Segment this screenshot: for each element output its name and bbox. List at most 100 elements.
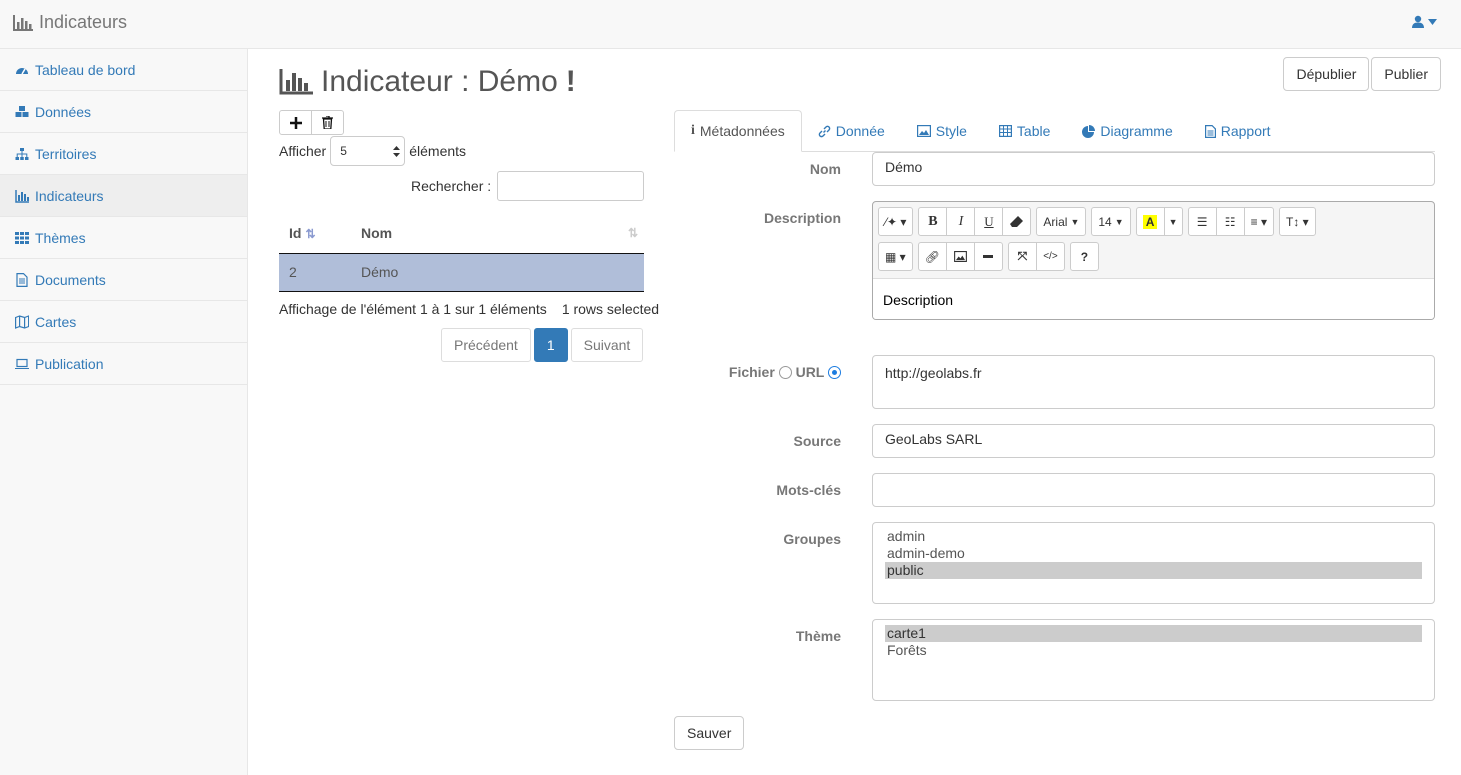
nom-input[interactable]: Démo xyxy=(872,152,1435,186)
save-button[interactable]: Sauver xyxy=(674,716,745,750)
ordered-list-button[interactable]: ☷ xyxy=(1215,207,1245,236)
main-content: Indicateur : Démo ! Dépublier Publier Af… xyxy=(249,49,1461,775)
sidebar-item-publication[interactable]: Publication xyxy=(0,343,247,385)
select-arrows-icon xyxy=(393,145,401,157)
keywords-input[interactable] xyxy=(872,473,1435,507)
bold-button[interactable]: B xyxy=(918,207,948,236)
user-menu[interactable] xyxy=(1412,15,1437,28)
text-color-button[interactable]: A xyxy=(1135,207,1165,236)
sidebar-item-indicateurs[interactable]: Indicateurs xyxy=(0,175,247,217)
fullscreen-button[interactable]: ⤧ xyxy=(1007,242,1037,271)
add-button[interactable] xyxy=(279,110,312,135)
theme-multiselect[interactable]: carte1 Forêts xyxy=(872,619,1435,701)
plus-icon xyxy=(289,116,302,129)
tab-metadata[interactable]: i Métadonnées xyxy=(674,110,802,152)
font-family-dropdown[interactable]: Arial ▼ xyxy=(1036,207,1087,236)
paragraph-dropdown[interactable]: ≡ ▾ xyxy=(1243,207,1274,236)
delete-button[interactable] xyxy=(311,110,344,135)
search-input[interactable] xyxy=(497,171,645,201)
codeview-button[interactable]: </> xyxy=(1035,242,1065,271)
groups-label: Groupes xyxy=(783,531,841,547)
list-option[interactable]: admin xyxy=(885,528,1422,545)
eraser-icon xyxy=(1010,216,1024,227)
image-icon xyxy=(954,251,967,262)
sidebar-item-territoires[interactable]: Territoires xyxy=(0,133,247,175)
sidebar-item-donn-es[interactable]: Données xyxy=(0,91,247,133)
unpublish-button[interactable]: Dépublier xyxy=(1283,57,1370,91)
tab-report[interactable]: Rapport xyxy=(1189,110,1287,152)
code-icon: </> xyxy=(1043,251,1058,262)
link-icon xyxy=(818,125,830,137)
help-button[interactable]: ? xyxy=(1069,242,1099,271)
bold-icon: B xyxy=(928,213,938,229)
tab-data[interactable]: Donnée xyxy=(802,110,901,152)
sidebar-item-tableau-de-bord[interactable]: Tableau de bord xyxy=(0,49,247,91)
line-height-dropdown[interactable]: T↕ ▾ xyxy=(1279,207,1316,236)
font-size-dropdown[interactable]: 14 ▼ xyxy=(1091,207,1131,236)
sidebar-item-label: Données xyxy=(35,103,92,120)
horizontal-rule-button[interactable] xyxy=(973,242,1003,271)
tab-diagram[interactable]: Diagramme xyxy=(1066,110,1188,152)
magic-style-button[interactable]: ⁄✦ ▾ xyxy=(878,207,914,236)
nom-label: Nom xyxy=(809,161,841,177)
url-textarea[interactable]: http://geolabs.fr xyxy=(872,355,1435,409)
highlight-a-icon: A xyxy=(1142,214,1158,229)
fichier-radio[interactable] xyxy=(778,366,792,379)
description-label: Description xyxy=(763,210,841,226)
info-icon: i xyxy=(691,123,695,138)
description-editable[interactable]: Description xyxy=(873,278,1434,319)
sidebar-item-cartes[interactable]: Cartes xyxy=(0,301,247,343)
font-name: Arial xyxy=(1043,214,1068,229)
list-option[interactable]: public xyxy=(885,562,1422,579)
source-input[interactable]: GeoLabs SARL xyxy=(872,424,1435,458)
caret-down-icon: ▼ xyxy=(1070,216,1080,227)
table-row[interactable]: 2 Démo xyxy=(279,253,644,292)
sidebar-item-th-mes[interactable]: Thèmes xyxy=(0,217,247,259)
sitemap-icon xyxy=(15,147,29,161)
page-1-button[interactable]: 1 xyxy=(533,328,568,362)
next-page-button[interactable]: Suivant xyxy=(570,328,644,362)
color-dropdown[interactable]: ▼ xyxy=(1163,207,1183,236)
sort-asc-icon: ⇅ xyxy=(305,227,316,242)
trash-icon xyxy=(322,116,333,129)
user-icon xyxy=(1412,15,1424,28)
sidebar-item-documents[interactable]: Documents xyxy=(0,259,247,301)
pie-chart-icon xyxy=(1082,124,1096,138)
cell-nom: Démo xyxy=(351,253,644,292)
bar-chart-icon xyxy=(13,14,33,31)
list-option[interactable]: Forêts xyxy=(885,642,1422,659)
search-label: Rechercher : xyxy=(411,178,492,194)
table-dropdown[interactable]: ▦ ▾ xyxy=(878,242,913,271)
image-icon xyxy=(916,125,931,137)
list-ul-icon: ☰ xyxy=(1196,214,1208,229)
exclamation-icon: ! xyxy=(565,65,576,98)
url-label: URL xyxy=(795,364,825,380)
keywords-label: Mots-clés xyxy=(776,482,841,498)
source-type-label: Fichier URL xyxy=(729,364,841,380)
document-icon xyxy=(15,272,29,287)
italic-button[interactable]: I xyxy=(946,207,976,236)
underline-button[interactable]: U xyxy=(974,207,1004,236)
sidebar-item-label: Thèmes xyxy=(35,229,86,246)
url-radio[interactable] xyxy=(828,366,841,379)
tab-table[interactable]: Table xyxy=(983,110,1066,152)
dashboard-icon xyxy=(15,63,29,77)
column-header-nom[interactable]: Nom ⇅ xyxy=(351,214,644,254)
link-button[interactable]: 🔗︎ xyxy=(917,242,947,271)
groups-multiselect[interactable]: admin admin-demo public xyxy=(872,522,1435,604)
cubes-icon xyxy=(15,105,29,119)
list-option[interactable]: carte1 xyxy=(885,625,1422,642)
tab-label: Table xyxy=(1016,123,1051,139)
picture-button[interactable] xyxy=(945,242,975,271)
sort-icon: ⇅ xyxy=(627,226,638,240)
publish-button[interactable]: Publier xyxy=(1371,57,1441,91)
eraser-button[interactable] xyxy=(1002,207,1032,236)
tab-style[interactable]: Style xyxy=(901,110,983,152)
prev-page-button[interactable]: Précédent xyxy=(441,328,531,362)
page-length-select[interactable]: 5 xyxy=(330,136,406,166)
app-brand[interactable]: Indicateurs xyxy=(13,12,127,33)
sidebar-item-label: Territoires xyxy=(35,145,97,162)
list-option[interactable]: admin-demo xyxy=(885,545,1422,562)
unordered-list-button[interactable]: ☰ xyxy=(1187,207,1217,236)
column-header-id[interactable]: Id ⇅ xyxy=(279,214,351,254)
